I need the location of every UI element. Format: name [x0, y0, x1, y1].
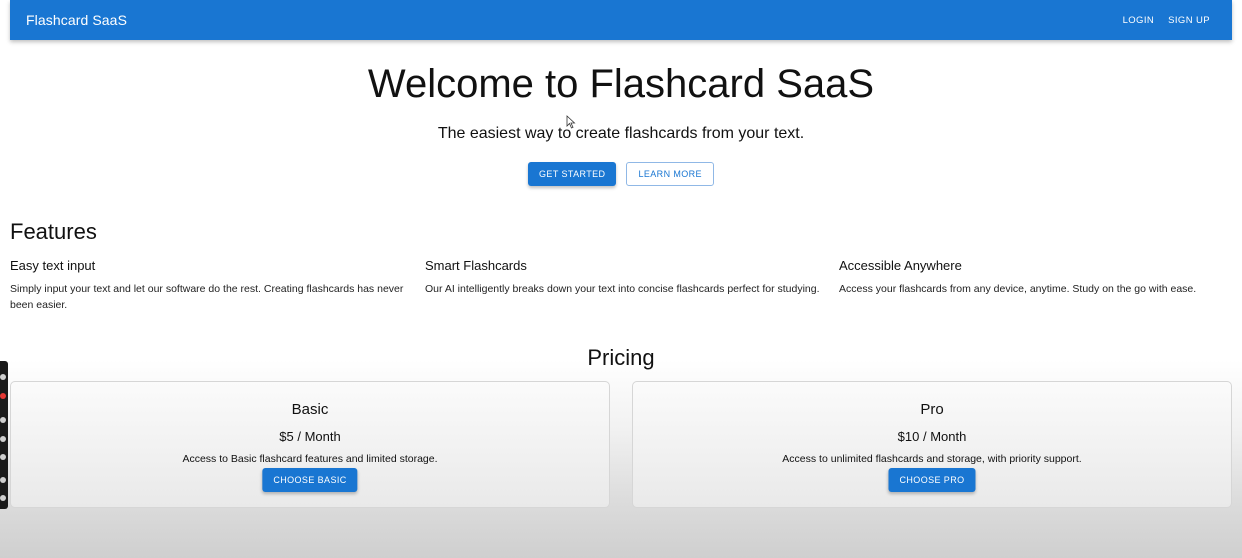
- learn-more-button[interactable]: LEARN MORE: [626, 162, 714, 186]
- camera-icon[interactable]: [0, 374, 6, 380]
- hero-subtitle: The easiest way to create flashcards fro…: [437, 125, 805, 142]
- feature-easy-text-input: Easy text input Simply input your text a…: [10, 258, 405, 313]
- plan-name: Basic: [291, 401, 329, 418]
- plan-price: $10 / Month: [897, 429, 967, 444]
- feature-title: Smart Flashcards: [425, 258, 527, 273]
- app-bar: Flashcard SaaS LOGIN SIGN UP: [10, 0, 1232, 40]
- feature-description: Access your flashcards from any device, …: [839, 283, 1197, 295]
- plan-card-basic: Basic $5 / Month Access to Basic flashca…: [10, 381, 610, 508]
- plan-price: $5 / Month: [279, 429, 341, 444]
- recorder-toolbar: [0, 361, 8, 509]
- webcam-icon[interactable]: [0, 454, 6, 460]
- plan-card-pro: Pro $10 / Month Access to unlimited flas…: [632, 381, 1232, 508]
- top-nav: LOGIN SIGN UP: [1123, 15, 1210, 26]
- choose-basic-button[interactable]: CHOOSE BASIC: [262, 468, 358, 492]
- login-button[interactable]: LOGIN: [1123, 15, 1155, 26]
- choose-pro-button[interactable]: CHOOSE PRO: [888, 468, 976, 492]
- feature-description: Our AI intelligently breaks down your te…: [425, 283, 820, 295]
- feature-description: Simply input your text and let our softw…: [10, 283, 404, 311]
- feature-smart-flashcards: Smart Flashcards Our AI intelligently br…: [425, 258, 820, 297]
- mouse-pointer-icon: [566, 115, 576, 129]
- settings-icon[interactable]: [0, 495, 6, 501]
- features-heading: Features: [10, 219, 97, 244]
- signup-button[interactable]: SIGN UP: [1168, 15, 1210, 26]
- plan-description: Access to unlimited flashcards and stora…: [782, 453, 1082, 465]
- feature-title: Easy text input: [10, 258, 96, 273]
- pricing-heading: Pricing: [587, 345, 655, 370]
- brand-title[interactable]: Flashcard SaaS: [26, 12, 127, 28]
- hero-title: Welcome to Flashcard SaaS: [367, 62, 875, 106]
- feature-title: Accessible Anywhere: [839, 258, 962, 273]
- folder-icon[interactable]: [0, 477, 6, 483]
- audio-icon[interactable]: [0, 436, 6, 442]
- feature-accessible-anywhere: Accessible Anywhere Access your flashcar…: [839, 258, 1234, 297]
- plan-description: Access to Basic flashcard features and l…: [182, 453, 438, 465]
- get-started-button[interactable]: GET STARTED: [528, 162, 617, 186]
- pen-icon[interactable]: [0, 417, 6, 423]
- hero-actions: GET STARTED LEARN MORE: [0, 162, 1242, 186]
- plan-name: Pro: [920, 401, 944, 418]
- record-icon[interactable]: [0, 393, 6, 399]
